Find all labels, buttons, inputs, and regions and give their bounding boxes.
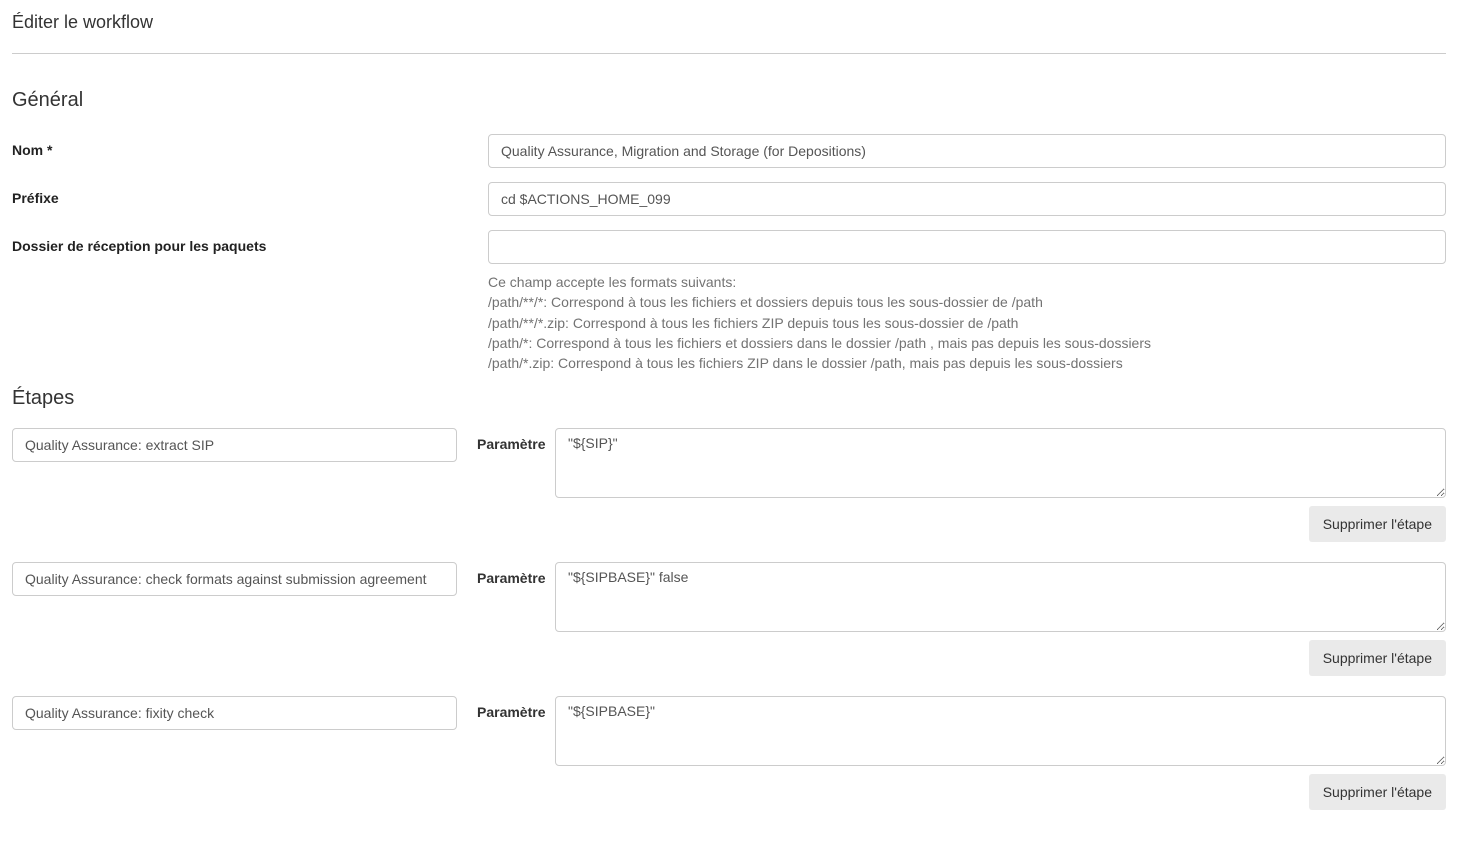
section-general-heading: Général bbox=[12, 89, 1446, 112]
help-reception-folder: Ce champ accepte les formats suivants: /… bbox=[488, 272, 1446, 373]
help-intro: Ce champ accepte les formats suivants: bbox=[488, 272, 1446, 292]
step-param-label: Paramètre bbox=[477, 696, 555, 720]
label-name: Nom * bbox=[12, 134, 488, 158]
step-param-textarea[interactable] bbox=[555, 696, 1446, 766]
section-steps-heading: Étapes bbox=[12, 387, 1446, 410]
row-prefix: Préfixe bbox=[12, 182, 1446, 216]
step-param-textarea[interactable] bbox=[555, 562, 1446, 632]
step-block-1: Paramètre Supprimer l'étape bbox=[12, 562, 1446, 676]
step-action-select[interactable] bbox=[12, 562, 457, 596]
step-param-label: Paramètre bbox=[477, 428, 555, 452]
step-param-label: Paramètre bbox=[477, 562, 555, 586]
input-prefix[interactable] bbox=[488, 182, 1446, 216]
step-block-0: Paramètre Supprimer l'étape bbox=[12, 428, 1446, 542]
delete-step-button[interactable]: Supprimer l'étape bbox=[1309, 640, 1446, 676]
row-name: Nom * bbox=[12, 134, 1446, 168]
help-line-3: /path/*: Correspond à tous les fichiers … bbox=[488, 333, 1446, 353]
step-param-textarea[interactable] bbox=[555, 428, 1446, 498]
help-line-2: /path/**/*.zip: Correspond à tous les fi… bbox=[488, 313, 1446, 333]
row-reception-folder: Dossier de réception pour les paquets Ce… bbox=[12, 230, 1446, 373]
delete-step-button[interactable]: Supprimer l'étape bbox=[1309, 506, 1446, 542]
label-prefix: Préfixe bbox=[12, 182, 488, 206]
input-name[interactable] bbox=[488, 134, 1446, 168]
help-line-4: /path/*.zip: Correspond à tous les fichi… bbox=[488, 353, 1446, 373]
step-block-2: Paramètre Supprimer l'étape bbox=[12, 696, 1446, 810]
help-line-1: /path/**/*: Correspond à tous les fichie… bbox=[488, 292, 1446, 312]
step-action-select[interactable] bbox=[12, 696, 457, 730]
step-action-select[interactable] bbox=[12, 428, 457, 462]
input-reception-folder[interactable] bbox=[488, 230, 1446, 264]
page-title: Éditer le workflow bbox=[12, 12, 1446, 54]
delete-step-button[interactable]: Supprimer l'étape bbox=[1309, 774, 1446, 810]
label-reception-folder: Dossier de réception pour les paquets bbox=[12, 230, 488, 254]
